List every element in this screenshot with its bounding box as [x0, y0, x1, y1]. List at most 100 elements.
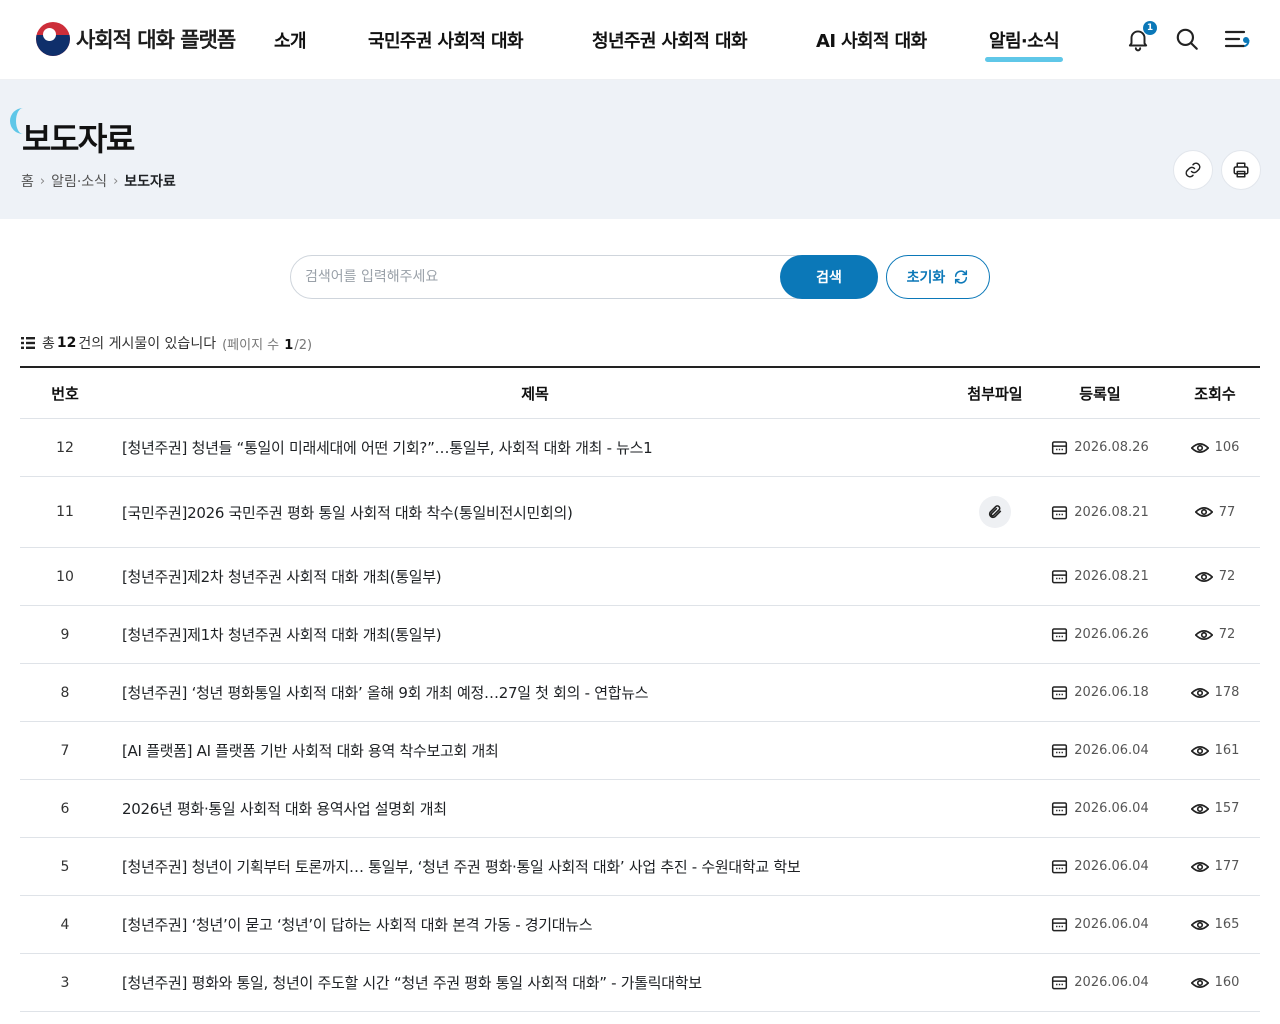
row-title-link[interactable]: 2026년 평화·통일 사회적 대화 용역사업 설명회 개최 [110, 798, 960, 819]
table-row: 12 [청년주권] 청년들 “통일이 미래세대에 어떤 기회?”…통일부, 사회적… [20, 419, 1260, 477]
site-logo[interactable]: 사회적 대화 플랫폼 [36, 22, 236, 56]
row-title-link[interactable]: [청년주권] 청년들 “통일이 미래세대에 어떤 기회?”…통일부, 사회적 대… [110, 437, 960, 458]
table-row: 4 [청년주권] ‘청년’이 묻고 ‘청년’이 답하는 사회적 대화 본격 가동 … [20, 896, 1260, 954]
row-title-link[interactable]: [국민주권]2026 국민주권 평화 통일 사회적 대화 착수(통일비전시민회의… [110, 502, 960, 523]
breadcrumb: 홈 › 알림·소식 › 보도자료 [21, 171, 176, 191]
row-date: 2026.06.04 [1030, 859, 1170, 874]
table-row: 8 [청년주권] ‘청년 평화통일 사회적 대화’ 올해 9회 개최 예정…27일… [20, 664, 1260, 722]
row-views-text: 72 [1218, 569, 1236, 584]
row-date: 2026.06.04 [1030, 917, 1170, 932]
result-count: 총 12 건의 게시물이 있습니다 (페이지 수 1/2) [21, 333, 312, 353]
row-number: 3 [60, 974, 70, 991]
print-button[interactable] [1221, 150, 1261, 190]
row-title-link[interactable]: [청년주권] ‘청년 평화통일 사회적 대화’ 올해 9회 개최 예정…27일 … [110, 682, 960, 703]
all-menu-button[interactable] [1223, 26, 1251, 54]
row-title-link[interactable]: [청년주권] 평화와 통일, 청년이 주도할 시간 “청년 주권 평화 통일 사… [110, 972, 960, 993]
site-header: 사회적 대화 플랫폼 소개 국민주권 사회적 대화 청년주권 사회적 대화 AI… [0, 0, 1280, 80]
row-date-text: 2026.06.04 [1074, 743, 1149, 758]
page-info-label: (페이지 수 [222, 337, 280, 353]
table-row: 5 [청년주권] 청년이 기획부터 토론까지… 통일부, ‘청년 주권 평화·통일… [20, 838, 1260, 896]
row-number: 7 [60, 742, 70, 759]
row-number: 5 [60, 858, 70, 875]
nav-item-citizen-dialogue[interactable]: 국민주권 사회적 대화 [368, 27, 524, 53]
search-button[interactable]: 검색 [780, 255, 878, 299]
table-row: 9 [청년주권]제1차 청년주권 사회적 대화 개최(통일부) 2026.06.26… [20, 606, 1260, 664]
calendar-icon [1052, 686, 1068, 700]
row-date-text: 2026.06.04 [1074, 801, 1149, 816]
copy-link-button[interactable] [1173, 150, 1213, 190]
breadcrumb-news[interactable]: 알림·소식 [51, 171, 107, 191]
row-title-link[interactable]: [AI 플랫폼] AI 플랫폼 기반 사회적 대화 용역 착수보고회 개최 [110, 740, 960, 761]
row-number: 12 [56, 439, 74, 456]
row-date: 2026.06.04 [1030, 801, 1170, 816]
row-date-text: 2026.06.18 [1074, 685, 1149, 700]
chevron-right-icon: › [39, 173, 46, 189]
row-number: 6 [60, 800, 70, 817]
row-views-text: 160 [1214, 975, 1240, 990]
notification-badge: 1 [1143, 21, 1157, 35]
row-title-link[interactable]: [청년주권]제1차 청년주권 사회적 대화 개최(통일부) [110, 624, 960, 645]
calendar-icon [1052, 505, 1068, 519]
calendar-icon [1052, 860, 1068, 874]
search-toggle-button[interactable] [1174, 26, 1202, 54]
breadcrumb-home[interactable]: 홈 [21, 171, 34, 191]
nav-item-news[interactable]: 알림·소식 [984, 27, 1064, 62]
row-views-text: 178 [1214, 685, 1240, 700]
row-date: 2026.08.21 [1030, 569, 1170, 584]
table-body: 12 [청년주권] 청년들 “통일이 미래세대에 어떤 기회?”…통일부, 사회적… [20, 419, 1260, 1012]
nav-item-about[interactable]: 소개 [274, 27, 307, 53]
calendar-icon [1052, 802, 1068, 816]
row-title-link[interactable]: [청년주권]제2차 청년주권 사회적 대화 개최(통일부) [110, 566, 960, 587]
page-info: (페이지 수 1/2) [222, 334, 312, 353]
eye-icon [1190, 803, 1209, 814]
total-pages: /2) [294, 337, 313, 353]
logo-text: 사회적 대화 플랫폼 [76, 28, 236, 52]
eye-icon [1194, 629, 1213, 640]
row-number: 11 [56, 504, 74, 520]
row-date-text: 2026.08.26 [1074, 440, 1149, 455]
eye-icon [1190, 687, 1209, 698]
table-row: 11 [국민주권]2026 국민주권 평화 통일 사회적 대화 착수(통일비전시민… [20, 477, 1260, 548]
logo-emblem-icon [36, 22, 70, 56]
calendar-icon [1052, 918, 1068, 932]
row-title-link[interactable]: [청년주권] ‘청년’이 묻고 ‘청년’이 답하는 사회적 대화 본격 가동 -… [110, 914, 960, 935]
breadcrumb-current: 보도자료 [124, 174, 176, 190]
calendar-icon [1052, 570, 1068, 584]
eye-icon [1190, 977, 1209, 988]
reset-button[interactable]: 초기화 [886, 255, 990, 299]
row-views: 77 [1170, 505, 1260, 520]
eye-icon [1194, 507, 1213, 517]
notification-button[interactable]: 1 [1125, 21, 1157, 54]
print-icon [1233, 162, 1249, 178]
press-release-table: 번호 제목 첨부파일 등록일 조회수 12 [청년주권] 청년들 “통일이 미래세… [20, 366, 1260, 1012]
row-views: 72 [1170, 569, 1260, 584]
row-title-link[interactable]: [청년주권] 청년이 기획부터 토론까지… 통일부, ‘청년 주권 평화·통일 … [110, 856, 960, 877]
nav-item-youth-dialogue[interactable]: 청년주권 사회적 대화 [592, 27, 748, 53]
row-views-text: 72 [1218, 627, 1236, 642]
reset-label: 초기화 [906, 270, 946, 286]
row-date-text: 2026.08.21 [1074, 504, 1149, 520]
row-date-text: 2026.06.26 [1074, 627, 1149, 642]
row-views-text: 106 [1214, 440, 1240, 455]
row-views: 157 [1170, 801, 1260, 816]
attachment-button[interactable] [979, 496, 1011, 528]
row-date-text: 2026.06.04 [1074, 975, 1149, 990]
row-date-text: 2026.06.04 [1074, 917, 1149, 932]
table-header: 번호 제목 첨부파일 등록일 조회수 [20, 368, 1260, 419]
row-date: 2026.06.18 [1030, 685, 1170, 700]
eye-icon [1194, 571, 1213, 582]
eye-icon [1190, 919, 1209, 930]
table-row: 7 [AI 플랫폼] AI 플랫폼 기반 사회적 대화 용역 착수보고회 개최 20… [20, 722, 1260, 780]
eye-icon [1190, 745, 1209, 756]
row-views-text: 165 [1214, 917, 1240, 932]
row-views: 106 [1170, 440, 1260, 455]
page-title-band: 보도자료 홈 › 알림·소식 › 보도자료 [0, 80, 1280, 219]
search-input[interactable] [305, 256, 775, 298]
nav-item-ai-dialogue[interactable]: AI 사회적 대화 [816, 27, 927, 53]
row-number: 10 [56, 568, 74, 585]
header-title: 제목 [521, 384, 549, 403]
row-date: 2026.08.21 [1030, 505, 1170, 520]
header-date: 등록일 [1079, 384, 1121, 403]
calendar-icon [1052, 744, 1068, 758]
chevron-right-icon: › [113, 173, 119, 189]
